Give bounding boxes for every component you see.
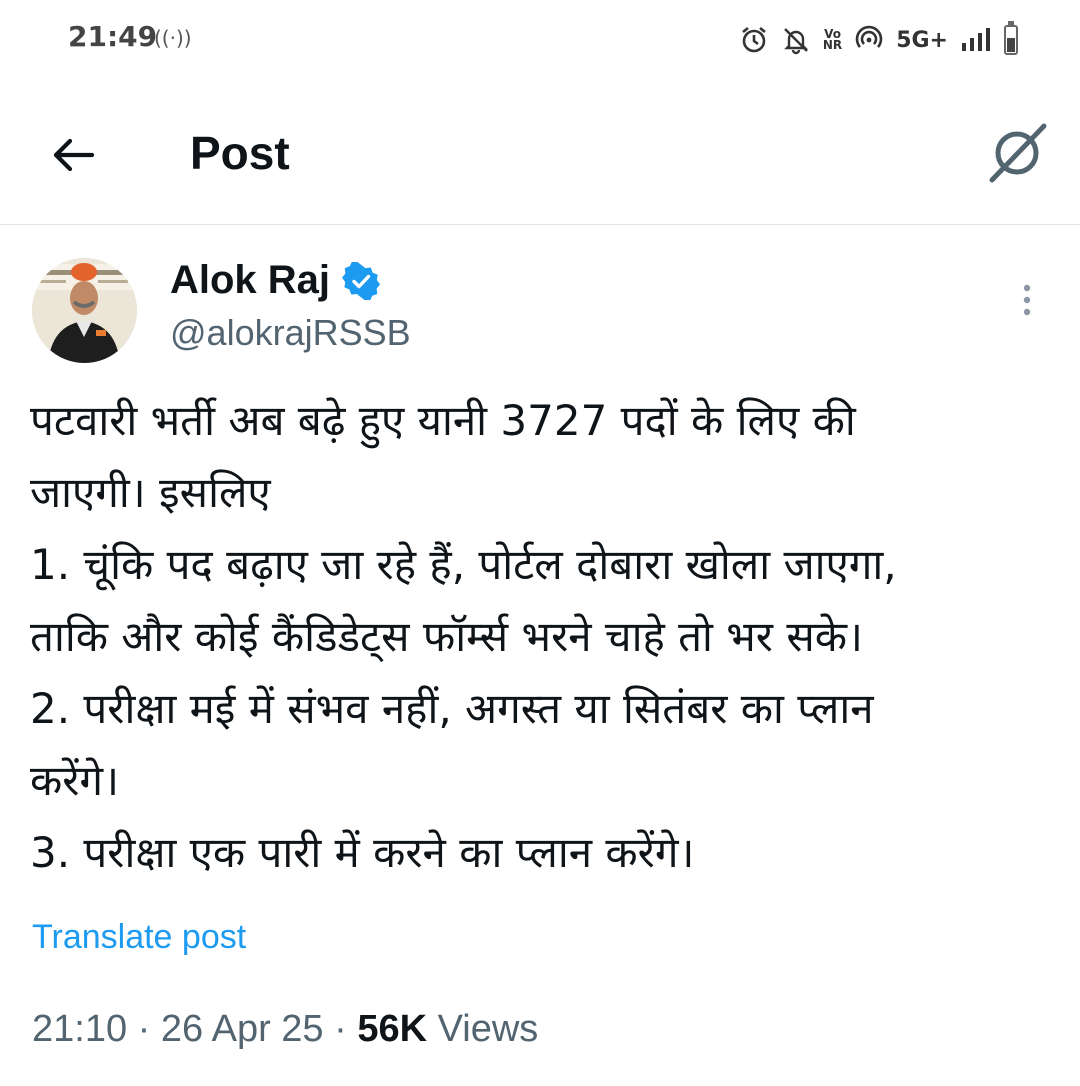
views-count[interactable]: 56K [357, 1008, 427, 1050]
battery-fill [1007, 37, 1015, 52]
page-title: Post [190, 127, 290, 179]
post-text: पटवारी भर्ती अब बढ़े हुए यानी 3727 पदों … [30, 385, 1050, 889]
post-line: करेंगे। [30, 756, 119, 805]
post-meta: 21:10 · 26 Apr 25 · 56K Views [32, 1008, 538, 1051]
post-line: जाएगी। इसलिए [30, 468, 271, 517]
views-label[interactable]: Views [438, 1008, 539, 1050]
meta-separator: · [334, 1008, 347, 1050]
volte-bottom-label: NR [822, 38, 843, 52]
post-line: 2. परीक्षा मई में संभव नहीं, अगस्त या सि… [30, 684, 874, 733]
post-line: पटवारी भर्ती अब बढ़े हुए यानी 3727 पदों … [30, 396, 856, 445]
grok-icon[interactable] [984, 120, 1050, 186]
author-name[interactable]: Alok Raj [170, 258, 330, 303]
post-line: 1. चूंकि पद बढ़ाए जा रहे हैं, पोर्टल दोब… [30, 540, 897, 589]
verified-badge-icon [342, 261, 381, 300]
mute-bell-icon [781, 25, 811, 55]
volte-indicator: Vo NR [822, 28, 843, 52]
top-app-bar: Post [0, 90, 1080, 225]
author-handle[interactable]: @alokrajRSSB [170, 312, 411, 354]
status-time: 21:49 [68, 20, 158, 53]
alarm-icon [739, 25, 769, 55]
post-date[interactable]: 26 Apr 25 [161, 1008, 324, 1050]
meta-separator: · [137, 1008, 151, 1050]
more-options-icon[interactable] [1012, 282, 1042, 322]
network-type: 5G+ [896, 27, 948, 53]
battery-icon [1004, 21, 1018, 55]
arrow-left-icon[interactable] [48, 130, 98, 180]
hotspot-icon: ((·)) [154, 26, 192, 50]
post-time[interactable]: 21:10 [32, 1008, 127, 1050]
status-bar: 21:49 ((·)) Vo NR 5G+ [0, 0, 1080, 80]
signal-icon [960, 25, 992, 55]
avatar[interactable] [32, 258, 137, 363]
status-icons: Vo NR 5G+ [739, 21, 1018, 58]
wifi-calling-icon [854, 25, 884, 55]
author-name-row[interactable]: Alok Raj [170, 258, 381, 303]
translate-post-link[interactable]: Translate post [32, 918, 246, 957]
post-line: 3. परीक्षा एक पारी में करने का प्लान करे… [30, 828, 695, 877]
post-line: ताकि और कोई कैंडिडेट्स फॉर्म्स भरने चाहे… [30, 612, 863, 661]
